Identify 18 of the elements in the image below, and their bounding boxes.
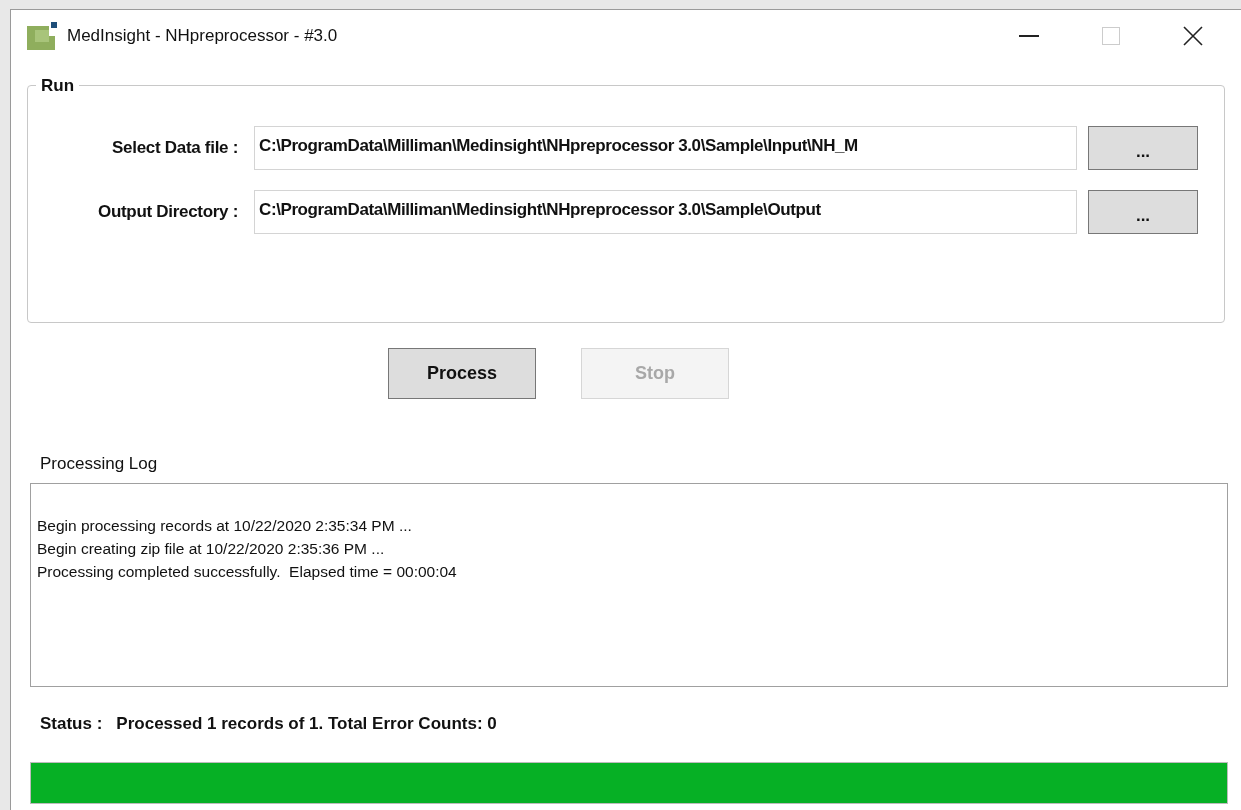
log-line: Processing completed successfully. Elapsed time = 00:00:04 bbox=[37, 561, 457, 582]
status-label: Status : bbox=[40, 712, 103, 735]
field-label: Select Data file : bbox=[111, 137, 238, 160]
window-title: MedInsight - NHpreprocessor - #3.0 bbox=[67, 25, 338, 48]
log-line: Begin creating zip file at 10/22/2020 2:35:36 PM ... bbox=[37, 538, 385, 559]
maximize-icon[interactable] bbox=[1102, 27, 1120, 45]
status-text: Processed 1 records of 1. Total Error Counts: 0 bbox=[116, 712, 497, 735]
app-logo-icon bbox=[27, 22, 59, 50]
field-label: Output Directory : bbox=[96, 201, 238, 224]
browse-button[interactable]: ... bbox=[1088, 190, 1198, 234]
path-field[interactable]: C:\ProgramData\Milliman\Medinsight\NHpreprocessor 3.0\Sample\Output bbox=[254, 190, 1077, 234]
log-line: Begin processing records at 10/22/2020 2:35:34 PM ... bbox=[37, 515, 412, 536]
minimize-icon[interactable] bbox=[1019, 35, 1039, 37]
path-field[interactable]: C:\ProgramData\Milliman\Medinsight\NHpreprocessor 3.0\Sample\Input\NH_M bbox=[254, 126, 1077, 170]
browse-button[interactable]: ... bbox=[1088, 126, 1198, 170]
log-title: Processing Log bbox=[40, 453, 158, 475]
close-icon[interactable] bbox=[1183, 26, 1203, 46]
action-button[interactable]: Process bbox=[388, 348, 536, 399]
